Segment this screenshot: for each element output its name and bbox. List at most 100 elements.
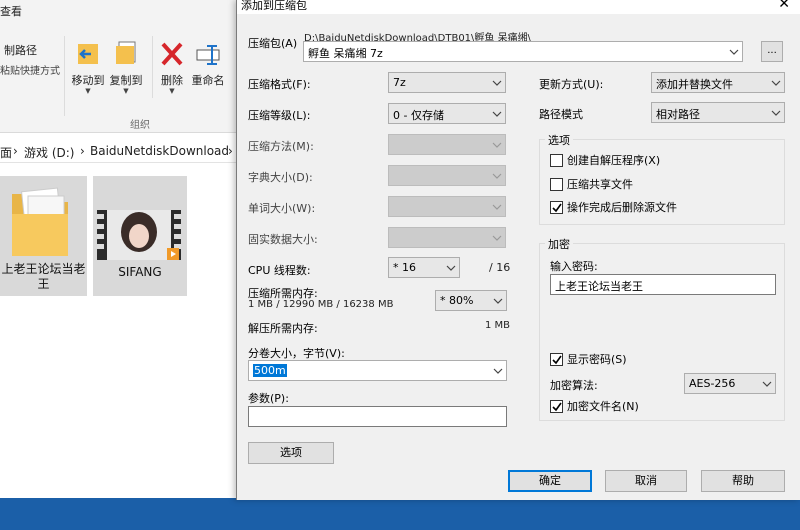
address-bar[interactable]: 面 › 游戏 (D:) › BaiduNetdiskDownload › [0,139,240,163]
level-select[interactable]: 0 - 仅存储 [388,103,506,124]
parameters-label: 参数(P): [248,392,289,405]
chevron-right-icon: › [228,144,233,158]
chevron-down-icon [492,233,502,243]
checkmark-icon [552,203,562,213]
rename-label: 重命名 [191,74,225,87]
file-item-name: SIFANG [118,265,162,279]
chevron-down-icon [762,379,772,389]
folder-icon [10,184,72,263]
chevron-down-icon [771,78,781,88]
encryption-method-select[interactable]: AES-256 [684,373,776,394]
options-button[interactable]: 选项 [248,442,334,464]
chevron-down-icon [492,202,502,212]
browse-button[interactable]: ... [761,41,783,62]
delete-after-label: 操作完成后删除源文件 [567,201,677,214]
format-value: 7z [393,76,406,89]
word-size-select [388,196,506,217]
chevron-right-icon: › [13,144,18,158]
chevron-down-icon [492,171,502,181]
chevron-down-icon [492,109,502,119]
chevron-down-icon [493,296,503,306]
encryption-group: 加密 输入密码: 上老王论坛当老王 显示密码(S) 加密算法: AES-256 … [539,236,785,421]
copy-to-icon [113,40,139,68]
solid-block-select [388,227,506,248]
update-mode-value: 添加并替换文件 [656,78,733,91]
dropdown-arrow-icon: ▼ [123,87,129,95]
help-button[interactable]: 帮助 [701,470,785,492]
options-group-title: 选项 [545,132,573,148]
chevron-down-icon[interactable] [493,366,503,376]
method-label: 压缩方法(M): [248,140,314,153]
level-value: 0 - 仅存储 [393,109,444,122]
cpu-threads-select[interactable]: * 16 [388,257,460,278]
file-item-name: 上老王论坛当老王 [1,262,86,291]
rename-icon [195,40,221,68]
format-select[interactable]: 7z [388,72,506,93]
path-mode-select[interactable]: 相对路径 [651,102,785,123]
checkbox-box [550,353,563,366]
chevron-right-icon: › [80,144,85,158]
level-label: 压缩等级(L): [248,109,311,122]
memory-usage-value: * 80% [440,294,474,307]
paste-shortcut-button[interactable]: 粘贴快捷方式 [0,62,60,77]
chevron-down-icon [446,263,456,273]
checkmark-icon [552,402,562,412]
shared-files-label: 压缩共享文件 [567,178,633,191]
chevron-down-icon[interactable] [729,47,739,57]
show-password-label: 显示密码(S) [567,353,627,366]
chevron-down-icon [492,78,502,88]
ok-button[interactable]: 确定 [508,470,592,492]
ribbon: 查看 制路径 粘贴快捷方式 移动到 ▼ 复制到 ▼ 删除 ▼ 重命名 组织 [0,0,240,133]
close-icon[interactable]: ✕ [778,0,790,12]
delete-x-icon [159,40,185,68]
update-mode-select[interactable]: 添加并替换文件 [651,72,785,93]
dialog-titlebar[interactable]: 添加到压缩包 ✕ [237,0,800,14]
format-label: 压缩格式(F): [248,78,311,91]
video-thumbnail [97,210,181,260]
rename-button[interactable]: 重命名 [186,40,230,88]
solid-block-label: 固实数据大小: [248,233,318,246]
dict-size-select [388,165,506,186]
dict-size-label: 字典大小(D): [248,171,313,184]
sfx-label: 创建自解压程序(X) [567,154,661,167]
archive-name-combo[interactable]: 孵鱼 呆痛缃 7z [303,41,743,62]
volume-size-combo[interactable]: 500m [248,360,507,381]
memory-usage-select[interactable]: * 80% [435,290,507,311]
checkbox-box [550,154,563,167]
password-input[interactable]: 上老王论坛当老王 [550,274,776,295]
options-group: 选项 创建自解压程序(X) 压缩共享文件 操作完成后删除源文件 [539,132,785,225]
checkbox-box [550,178,563,191]
cpu-threads-label: CPU 线程数: [248,264,311,277]
encryption-group-title: 加密 [545,236,573,252]
cpu-threads-max: / 16 [489,261,511,274]
cpu-threads-value: * 16 [393,261,416,274]
archive-label: 压缩包(A) [248,37,298,50]
compress-memory-detail: 1 MB / 12990 MB / 16238 MB [248,299,394,310]
cancel-button[interactable]: 取消 [605,470,687,492]
taskbar [0,498,800,530]
copy-to-label: 复制到 [109,74,143,87]
ribbon-group-label: 组织 [130,120,150,131]
checkmark-icon [552,355,562,365]
path-mode-value: 相对路径 [656,108,700,121]
file-item-folder[interactable]: 上老王论坛当老王 [0,176,87,296]
encrypt-filenames-label: 加密文件名(N) [567,400,639,413]
ribbon-tab-view[interactable]: 查看 [0,3,22,19]
move-to-icon [75,40,101,68]
decompress-memory-label: 解压所需内存: [248,322,318,335]
encryption-method-label: 加密算法: [550,379,598,392]
ribbon-divider [64,36,65,116]
copy-to-button[interactable]: 复制到 ▼ [104,40,148,95]
parameters-input[interactable] [248,406,507,427]
breadcrumb-drive-d[interactable]: 游戏 (D:) [24,144,74,161]
chevron-down-icon [492,140,502,150]
password-label: 输入密码: [550,260,598,273]
word-size-label: 单词大小(W): [248,202,316,215]
volume-size-value: 500m [253,364,287,377]
breadcrumb-folder[interactable]: BaiduNetdiskDownload [90,144,229,158]
file-item-video[interactable]: SIFANG [93,176,187,296]
dialog-title: 添加到压缩包 [241,0,307,12]
dropdown-arrow-icon: ▼ [169,87,175,95]
copy-path-button[interactable]: 制路径 [4,42,37,58]
breadcrumb-desktop[interactable]: 面 [0,144,12,161]
